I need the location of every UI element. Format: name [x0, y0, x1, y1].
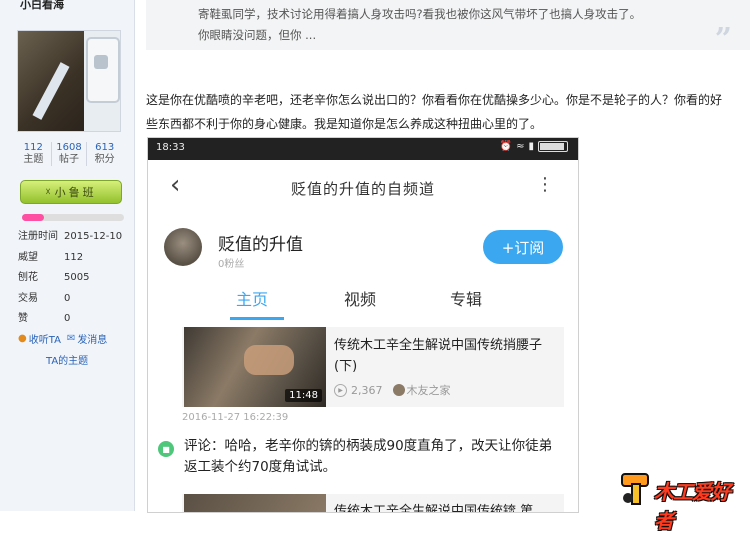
user-stats: 112 主题 1608 帖子 613 积分: [16, 142, 122, 166]
level-progress-fill: [22, 214, 45, 221]
mail-icon: ✉: [66, 333, 76, 344]
embedded-phone-screenshot[interactable]: 18:33 ⏰ ≈ ▮ ‹ 贬值的升值的自频道 ⋮ 贬值的升值 0粉丝 +订阅 …: [147, 137, 579, 513]
site-watermark-logo: 木工爱好者: [618, 468, 744, 533]
user-topics-link[interactable]: TA的主题: [46, 352, 88, 367]
stat-posts[interactable]: 1608 帖子: [52, 142, 88, 166]
video-thumbnail: [184, 494, 326, 512]
video-title: 传统木工辛全生解说中国传统捎腰子(下): [334, 338, 543, 374]
tab-home: 主页: [236, 290, 269, 309]
video-title: 传统木工辛全生解说中国传统锛 第: [334, 504, 534, 513]
follow-icon: ●: [18, 333, 27, 344]
follow-link[interactable]: ● 收听TA: [18, 331, 61, 346]
comment-text: 评论：哈哈，老辛你的锛的柄装成90度直角了，改天让你徒弟返工装个约70度角试试。: [184, 438, 553, 475]
level-progress-bar: [22, 214, 124, 221]
play-count-icon: ▶: [334, 383, 347, 397]
channel-avatar: [164, 228, 202, 266]
user-profile-sidebar: 小白看海 112 主题 1608 帖子 613 积分 ☓ 小鲁班 注册时间 201…: [0, 0, 135, 511]
tab-videos: 视频: [344, 290, 377, 309]
subscribe-button: +订阅: [483, 230, 563, 264]
subscriber-count: 0粉丝: [218, 259, 245, 270]
user-rank-icon: ☓: [45, 186, 51, 198]
stat-topics[interactable]: 112 主题: [16, 142, 52, 166]
phone-status-bar: 18:33 ⏰ ≈ ▮: [148, 138, 578, 160]
more-options-icon: ⋮: [536, 174, 554, 195]
user-info: 注册时间 2015-12-10 威望 112 刨花 5005 交易 0 赞0: [18, 227, 130, 330]
battery-icon: [538, 141, 568, 152]
info-row: 注册时间 2015-12-10: [18, 231, 123, 242]
info-row: 交易 0: [18, 292, 71, 304]
quote-line: 寄鞋虱同学，技术讨论用得着搞人身攻击吗?看我也被你这风气带坏了也搞人身攻击了。: [198, 7, 642, 21]
video-duration: 11:48: [285, 389, 322, 402]
user-actions: ● 收听TA ✉ 发消息: [18, 331, 113, 346]
comment-icon: ■: [158, 441, 174, 457]
avatar[interactable]: [17, 30, 121, 132]
signal-icon: ▮: [528, 141, 534, 152]
username[interactable]: 小白看海: [20, 0, 64, 12]
tab-albums: 专辑: [450, 290, 483, 309]
wifi-icon: ≈: [516, 141, 525, 152]
alarm-icon: ⏰: [499, 141, 513, 152]
stat-points[interactable]: 613 积分: [87, 142, 122, 166]
post-paragraph: 这是你在优酷喷的辛老吧，还老辛你怎么说出口的？你看看你在优酷操多少心。你是不是轮…: [146, 93, 723, 107]
video-meta: ▶ 2,367 木友之家: [334, 382, 451, 398]
info-row: 刨花 5005: [18, 272, 90, 283]
woodworker-logo-icon: [621, 473, 649, 505]
message-link[interactable]: ✉ 发消息: [67, 331, 107, 346]
level-badge: ☓ 小鲁班: [20, 180, 122, 204]
app-bar: ‹ 贬值的升值的自频道 ⋮: [148, 160, 578, 216]
post-paragraph: 些东西都不利于你的身心健康。我是知道你是怎么养成这种扭曲心里的了。: [146, 117, 543, 131]
video-thumbnail: 11:48: [184, 327, 326, 407]
info-row: 威望 112: [18, 251, 84, 263]
android-icon: [94, 55, 108, 69]
info-row: 赞0: [18, 313, 71, 324]
channel-name: 贬值的升值: [218, 235, 303, 255]
app-title: 贬值的升值的自频道: [290, 180, 435, 198]
active-tab-indicator: [230, 317, 284, 320]
video-date: 2016-11-27 16:22:39: [182, 412, 289, 423]
quote-mark-icon: ”: [714, 22, 732, 57]
author-avatar: [392, 384, 405, 396]
channel-header: 贬值的升值 0粉丝 +订阅: [148, 222, 578, 272]
channel-tabs: 主页 视频 专辑: [148, 280, 578, 320]
video-card: 传统木工辛全生解说中国传统锛 第: [182, 494, 564, 513]
video-card: 11:48 传统木工辛全生解说中国传统捎腰子(下) ▶ 2,367 木友之家: [182, 327, 564, 407]
quoted-reply: 寄鞋虱同学，技术讨论用得着搞人身攻击吗?看我也被你这风气带坏了也搞人身攻击了。 …: [146, 0, 750, 57]
quote-line[interactable]: 你眼睛没问题，但你 ...: [198, 27, 316, 43]
